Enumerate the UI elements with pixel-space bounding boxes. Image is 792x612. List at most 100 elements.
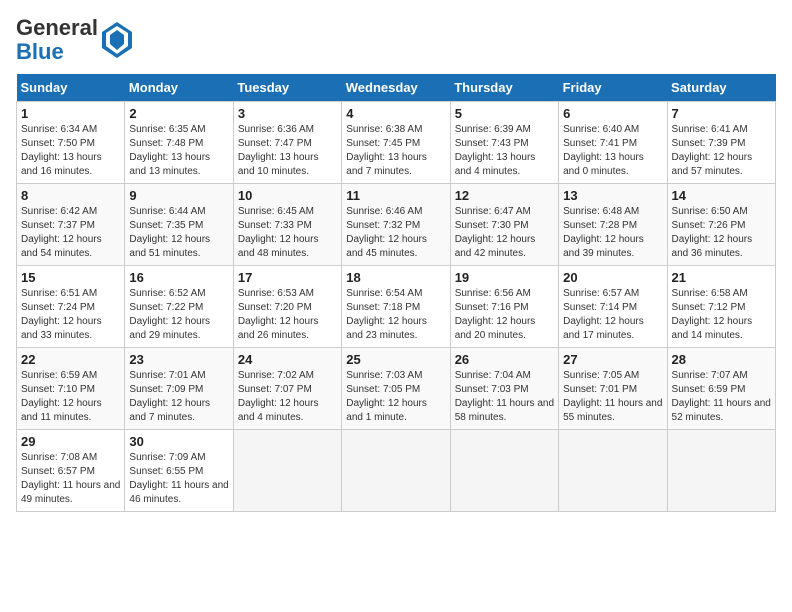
sunrise-label: Sunrise: 6:34 AM	[21, 124, 97, 135]
calendar-week-row: 8 Sunrise: 6:42 AM Sunset: 7:37 PM Dayli…	[17, 184, 776, 266]
day-info: Sunrise: 7:02 AM Sunset: 7:07 PM Dayligh…	[238, 369, 337, 425]
logo-general: General	[16, 15, 98, 40]
day-info: Sunrise: 6:46 AM Sunset: 7:32 PM Dayligh…	[346, 205, 445, 261]
day-info: Sunrise: 6:48 AM Sunset: 7:28 PM Dayligh…	[563, 205, 662, 261]
sunrise-label: Sunrise: 6:40 AM	[563, 124, 639, 135]
table-row: 25 Sunrise: 7:03 AM Sunset: 7:05 PM Dayl…	[342, 348, 450, 430]
sunrise-label: Sunrise: 7:09 AM	[129, 452, 205, 463]
table-row: 26 Sunrise: 7:04 AM Sunset: 7:03 PM Dayl…	[450, 348, 558, 430]
sunset-label: Sunset: 6:55 PM	[129, 466, 203, 477]
day-info: Sunrise: 6:50 AM Sunset: 7:26 PM Dayligh…	[672, 205, 771, 261]
day-number: 26	[455, 352, 554, 367]
daylight-label: Daylight: 12 hours and 48 minutes.	[238, 234, 319, 259]
daylight-label: Daylight: 12 hours and 42 minutes.	[455, 234, 536, 259]
daylight-label: Daylight: 13 hours and 0 minutes.	[563, 152, 644, 177]
day-number: 18	[346, 270, 445, 285]
daylight-label: Daylight: 12 hours and 26 minutes.	[238, 316, 319, 341]
col-saturday: Saturday	[667, 74, 775, 102]
logo-icon	[102, 22, 132, 58]
day-info: Sunrise: 7:01 AM Sunset: 7:09 PM Dayligh…	[129, 369, 228, 425]
table-row: 1 Sunrise: 6:34 AM Sunset: 7:50 PM Dayli…	[17, 102, 125, 184]
day-number: 4	[346, 106, 445, 121]
day-info: Sunrise: 6:52 AM Sunset: 7:22 PM Dayligh…	[129, 287, 228, 343]
day-number: 1	[21, 106, 120, 121]
col-wednesday: Wednesday	[342, 74, 450, 102]
day-number: 28	[672, 352, 771, 367]
table-row: 10 Sunrise: 6:45 AM Sunset: 7:33 PM Dayl…	[233, 184, 341, 266]
sunset-label: Sunset: 7:39 PM	[672, 138, 746, 149]
table-row: 18 Sunrise: 6:54 AM Sunset: 7:18 PM Dayl…	[342, 266, 450, 348]
sunset-label: Sunset: 7:22 PM	[129, 302, 203, 313]
day-info: Sunrise: 6:54 AM Sunset: 7:18 PM Dayligh…	[346, 287, 445, 343]
day-number: 30	[129, 434, 228, 449]
sunset-label: Sunset: 7:16 PM	[455, 302, 529, 313]
col-monday: Monday	[125, 74, 233, 102]
day-number: 9	[129, 188, 228, 203]
table-row: 5 Sunrise: 6:39 AM Sunset: 7:43 PM Dayli…	[450, 102, 558, 184]
day-info: Sunrise: 7:08 AM Sunset: 6:57 PM Dayligh…	[21, 451, 120, 507]
day-info: Sunrise: 6:58 AM Sunset: 7:12 PM Dayligh…	[672, 287, 771, 343]
col-tuesday: Tuesday	[233, 74, 341, 102]
day-number: 2	[129, 106, 228, 121]
day-number: 3	[238, 106, 337, 121]
sunrise-label: Sunrise: 7:08 AM	[21, 452, 97, 463]
table-row	[342, 430, 450, 512]
logo: General Blue	[16, 16, 132, 64]
day-info: Sunrise: 7:07 AM Sunset: 6:59 PM Dayligh…	[672, 369, 771, 425]
table-row	[450, 430, 558, 512]
daylight-label: Daylight: 12 hours and 36 minutes.	[672, 234, 753, 259]
daylight-label: Daylight: 12 hours and 33 minutes.	[21, 316, 102, 341]
table-row: 16 Sunrise: 6:52 AM Sunset: 7:22 PM Dayl…	[125, 266, 233, 348]
day-number: 6	[563, 106, 662, 121]
table-row: 30 Sunrise: 7:09 AM Sunset: 6:55 PM Dayl…	[125, 430, 233, 512]
sunset-label: Sunset: 7:10 PM	[21, 384, 95, 395]
sunset-label: Sunset: 7:43 PM	[455, 138, 529, 149]
sunrise-label: Sunrise: 6:56 AM	[455, 288, 531, 299]
day-number: 23	[129, 352, 228, 367]
sunrise-label: Sunrise: 6:35 AM	[129, 124, 205, 135]
sunset-label: Sunset: 7:50 PM	[21, 138, 95, 149]
sunset-label: Sunset: 7:09 PM	[129, 384, 203, 395]
table-row: 15 Sunrise: 6:51 AM Sunset: 7:24 PM Dayl…	[17, 266, 125, 348]
table-row: 19 Sunrise: 6:56 AM Sunset: 7:16 PM Dayl…	[450, 266, 558, 348]
table-row: 27 Sunrise: 7:05 AM Sunset: 7:01 PM Dayl…	[559, 348, 667, 430]
calendar-week-row: 1 Sunrise: 6:34 AM Sunset: 7:50 PM Dayli…	[17, 102, 776, 184]
day-number: 17	[238, 270, 337, 285]
sunrise-label: Sunrise: 6:52 AM	[129, 288, 205, 299]
table-row: 21 Sunrise: 6:58 AM Sunset: 7:12 PM Dayl…	[667, 266, 775, 348]
page-container: General Blue Sunday Monday Tuesday Wedne…	[0, 0, 792, 520]
sunset-label: Sunset: 7:41 PM	[563, 138, 637, 149]
sunset-label: Sunset: 7:26 PM	[672, 220, 746, 231]
day-number: 10	[238, 188, 337, 203]
table-row: 29 Sunrise: 7:08 AM Sunset: 6:57 PM Dayl…	[17, 430, 125, 512]
day-info: Sunrise: 6:56 AM Sunset: 7:16 PM Dayligh…	[455, 287, 554, 343]
calendar-table: Sunday Monday Tuesday Wednesday Thursday…	[16, 74, 776, 512]
table-row: 7 Sunrise: 6:41 AM Sunset: 7:39 PM Dayli…	[667, 102, 775, 184]
table-row: 4 Sunrise: 6:38 AM Sunset: 7:45 PM Dayli…	[342, 102, 450, 184]
sunrise-label: Sunrise: 6:50 AM	[672, 206, 748, 217]
sunrise-label: Sunrise: 6:36 AM	[238, 124, 314, 135]
table-row: 24 Sunrise: 7:02 AM Sunset: 7:07 PM Dayl…	[233, 348, 341, 430]
daylight-label: Daylight: 11 hours and 46 minutes.	[129, 480, 228, 505]
day-info: Sunrise: 6:44 AM Sunset: 7:35 PM Dayligh…	[129, 205, 228, 261]
sunset-label: Sunset: 7:35 PM	[129, 220, 203, 231]
daylight-label: Daylight: 12 hours and 20 minutes.	[455, 316, 536, 341]
sunrise-label: Sunrise: 6:46 AM	[346, 206, 422, 217]
sunset-label: Sunset: 7:30 PM	[455, 220, 529, 231]
day-number: 22	[21, 352, 120, 367]
sunset-label: Sunset: 7:14 PM	[563, 302, 637, 313]
table-row: 2 Sunrise: 6:35 AM Sunset: 7:48 PM Dayli…	[125, 102, 233, 184]
sunset-label: Sunset: 7:24 PM	[21, 302, 95, 313]
day-number: 25	[346, 352, 445, 367]
sunrise-label: Sunrise: 7:02 AM	[238, 370, 314, 381]
daylight-label: Daylight: 12 hours and 1 minute.	[346, 398, 427, 423]
sunset-label: Sunset: 7:01 PM	[563, 384, 637, 395]
day-info: Sunrise: 6:34 AM Sunset: 7:50 PM Dayligh…	[21, 123, 120, 179]
table-row: 14 Sunrise: 6:50 AM Sunset: 7:26 PM Dayl…	[667, 184, 775, 266]
daylight-label: Daylight: 13 hours and 7 minutes.	[346, 152, 427, 177]
daylight-label: Daylight: 12 hours and 23 minutes.	[346, 316, 427, 341]
sunrise-label: Sunrise: 7:01 AM	[129, 370, 205, 381]
daylight-label: Daylight: 13 hours and 13 minutes.	[129, 152, 210, 177]
day-info: Sunrise: 6:40 AM Sunset: 7:41 PM Dayligh…	[563, 123, 662, 179]
daylight-label: Daylight: 12 hours and 39 minutes.	[563, 234, 644, 259]
